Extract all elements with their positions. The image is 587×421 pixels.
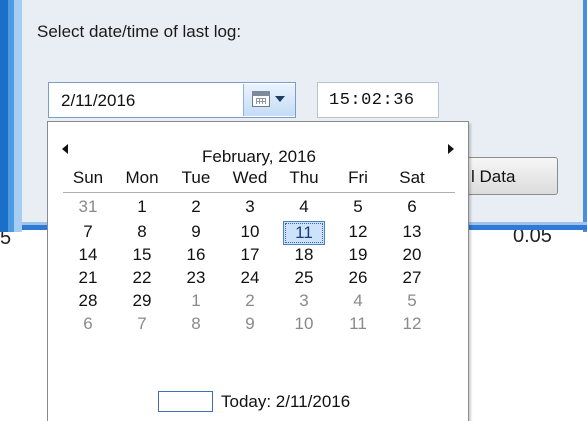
calendar-day-adjacent[interactable]: 1 <box>175 290 217 312</box>
weekday-header: Fri <box>348 168 368 187</box>
calendar-day-adjacent[interactable]: 10 <box>283 313 325 335</box>
calendar-day[interactable]: 22 <box>121 267 163 289</box>
calendar-day[interactable]: 24 <box>229 267 271 289</box>
weekday-divider <box>63 192 455 193</box>
screen: 5 0.05 Select date/time of last log: 2/1… <box>0 0 587 421</box>
chevron-down-icon <box>275 96 285 102</box>
calendar-day-adjacent[interactable]: 4 <box>337 290 379 312</box>
weekday-header: Wed <box>232 168 268 187</box>
calendar-day[interactable]: 14 <box>67 244 109 266</box>
calendar-day[interactable]: 26 <box>337 267 379 289</box>
calendar-day[interactable]: 13 <box>391 221 433 243</box>
calendar-day-adjacent[interactable]: 5 <box>391 290 433 312</box>
calendar-day-adjacent[interactable]: 8 <box>175 313 217 335</box>
calendar-icon <box>252 91 270 107</box>
calendar-day[interactable]: 3 <box>229 196 271 218</box>
calendar-day-adjacent[interactable]: 3 <box>283 290 325 312</box>
calendar-day[interactable]: 12 <box>337 221 379 243</box>
calendar-day[interactable]: 10 <box>229 221 271 243</box>
calendar-popup: February, 2016 Today: 2/11/2016 Sun Mon Tu… <box>47 121 469 421</box>
calendar-day[interactable]: 6 <box>391 196 433 218</box>
calendar-day[interactable]: 1 <box>121 196 163 218</box>
calendar-day[interactable]: 21 <box>67 267 109 289</box>
date-value[interactable]: 2/11/2016 <box>61 91 135 111</box>
time-field[interactable]: 15:02:36 <box>317 82 439 118</box>
calendar-day[interactable]: 28 <box>67 290 109 312</box>
calendar-day[interactable]: 23 <box>175 267 217 289</box>
calendar-day[interactable]: 29 <box>121 290 163 312</box>
weekday-header: Mon <box>125 168 159 187</box>
calendar-day[interactable]: 7 <box>67 221 109 243</box>
calendar-day-adjacent[interactable]: 12 <box>391 313 433 335</box>
calendar-day[interactable]: 15 <box>121 244 163 266</box>
calendar-day[interactable]: 5 <box>337 196 379 218</box>
date-picker-field[interactable]: 2/11/2016 <box>48 82 296 118</box>
calendar-day[interactable]: 16 <box>175 244 217 266</box>
weekday-header: Sat <box>399 168 425 187</box>
calendar-day-adjacent[interactable]: 9 <box>229 313 271 335</box>
calendar-day-adjacent[interactable]: 11 <box>337 313 379 335</box>
time-value[interactable]: 15:02:36 <box>329 91 415 110</box>
dialog-left-border <box>0 0 22 232</box>
chevron-right-icon[interactable] <box>448 144 454 154</box>
calendar-day[interactable]: 8 <box>121 221 163 243</box>
today-label[interactable]: Today: 2/11/2016 <box>221 391 350 413</box>
calendar-day[interactable]: 9 <box>175 221 217 243</box>
calendar-day[interactable]: 27 <box>391 267 433 289</box>
calendar-day[interactable]: 11 <box>283 221 325 245</box>
weekday-header: Tue <box>181 168 211 187</box>
calendar-dropdown-button[interactable] <box>243 84 295 116</box>
calendar-day[interactable]: 19 <box>337 244 379 266</box>
calendar-day-adjacent[interactable]: 2 <box>229 290 271 312</box>
calendar-day[interactable]: 4 <box>283 196 325 218</box>
prompt-label: Select date/time of last log: <box>37 22 242 41</box>
calendar-day-adjacent[interactable]: 7 <box>121 313 163 335</box>
month-title[interactable]: February, 2016 <box>48 147 470 167</box>
calendar-day[interactable]: 25 <box>283 267 325 289</box>
dialog-right-border <box>583 0 587 232</box>
calendar-day[interactable]: 2 <box>175 196 217 218</box>
load-data-button-label: l Data <box>471 167 516 186</box>
calendar-day[interactable]: 17 <box>229 244 271 266</box>
weekday-header: Thu <box>289 168 319 187</box>
calendar-day[interactable]: 20 <box>391 244 433 266</box>
weekday-header: Sun <box>72 168 104 187</box>
today-marker-icon <box>158 391 213 412</box>
calendar-day-adjacent[interactable]: 31 <box>67 196 109 218</box>
calendar-day-adjacent[interactable]: 6 <box>67 313 109 335</box>
calendar-day[interactable]: 18 <box>283 244 325 266</box>
today-row[interactable]: Today: 2/11/2016 <box>48 390 470 414</box>
